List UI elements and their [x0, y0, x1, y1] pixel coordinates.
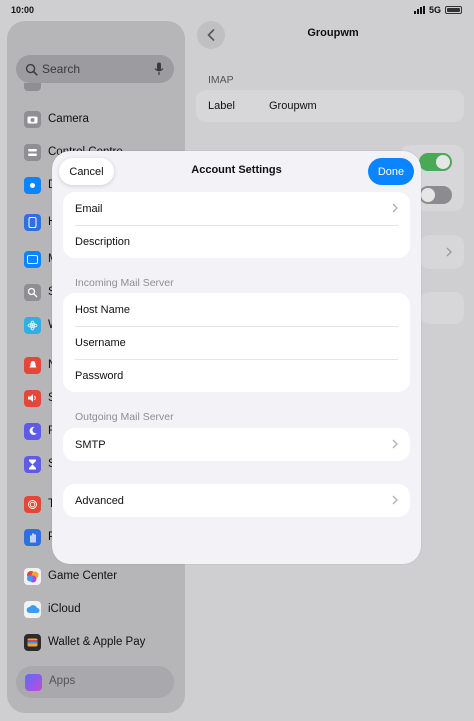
- label-row[interactable]: Label Groupwm: [196, 90, 464, 122]
- label-key: Label: [208, 100, 235, 112]
- sidebar-item-label: Wallet & Apple Pay: [48, 636, 146, 648]
- incoming-group: Host Name Username Password: [63, 293, 410, 392]
- magnifier-icon: [24, 283, 41, 301]
- search-placeholder: Search: [42, 62, 81, 76]
- sidebar-item-label: Apps: [49, 675, 76, 687]
- sidebar-item-apps[interactable]: Apps: [16, 666, 174, 698]
- username-field[interactable]: Username: [63, 326, 410, 359]
- outgoing-section-header: Outgoing Mail Server: [75, 411, 174, 423]
- advanced-group: Advanced: [63, 484, 410, 517]
- chevron-right-icon: [392, 495, 398, 505]
- done-button[interactable]: Done: [368, 158, 414, 185]
- sidebar-item-wallet[interactable]: Wallet & Apple Pay: [24, 630, 145, 654]
- microphone-icon[interactable]: [154, 62, 164, 76]
- sidebar-item-game-center[interactable]: Game Center: [24, 564, 117, 588]
- password-field[interactable]: Password: [63, 359, 410, 392]
- notifications-icon: [24, 356, 41, 374]
- label-value: Groupwm: [269, 100, 317, 112]
- chevron-left-icon: [207, 29, 215, 41]
- sidebar-item-sounds[interactable]: S: [24, 386, 56, 410]
- row-label: SMTP: [75, 438, 106, 451]
- section-header-imap: IMAP: [208, 74, 234, 86]
- sidebar-item-privacy[interactable]: P: [24, 525, 56, 549]
- background-row[interactable]: [420, 235, 464, 269]
- account-group: Email Description: [63, 192, 410, 258]
- network-label: 5G: [428, 5, 441, 15]
- search-field[interactable]: Search: [16, 55, 174, 83]
- status-bar: 10:00 5G: [0, 0, 474, 20]
- screen-time-icon: [24, 455, 41, 473]
- background-row[interactable]: [420, 292, 464, 324]
- camera-icon: [24, 110, 41, 128]
- back-button[interactable]: [197, 21, 225, 49]
- sheet-header: Cancel Account Settings Done: [52, 151, 421, 193]
- icloud-icon: [24, 600, 41, 618]
- sidebar-item-camera[interactable]: Camera: [24, 107, 89, 131]
- battery-icon: [445, 6, 462, 14]
- row-label: Advanced: [75, 494, 124, 507]
- sounds-icon: [24, 389, 41, 407]
- cancel-button[interactable]: Cancel: [59, 158, 114, 185]
- sidebar-item-label: Camera: [48, 113, 89, 125]
- home-screen-icon: [24, 213, 41, 231]
- row-label: Host Name: [75, 303, 131, 316]
- sidebar-item-label: Game Center: [48, 570, 118, 582]
- description-field[interactable]: Description: [63, 225, 410, 258]
- page-title: Groupwm: [307, 27, 359, 39]
- sidebar-item-siri-search[interactable]: S: [24, 280, 56, 304]
- status-time: 10:00: [11, 5, 35, 15]
- partial-item-icon: [24, 83, 41, 91]
- host-name-field[interactable]: Host Name: [63, 293, 410, 326]
- privacy-icon: [24, 528, 41, 546]
- toggle-switch-on[interactable]: [419, 153, 452, 171]
- chevron-right-icon: [446, 247, 452, 257]
- toggle-switch-off[interactable]: [419, 186, 452, 204]
- apps-icon: [25, 674, 42, 691]
- sidebar-item-focus[interactable]: F: [24, 419, 55, 443]
- game-center-icon: [24, 567, 41, 585]
- wallet-icon: [24, 633, 41, 651]
- row-label: Email: [75, 202, 103, 215]
- sheet-title: Account Settings: [191, 164, 282, 176]
- row-label: Password: [75, 369, 124, 382]
- chevron-right-icon: [392, 439, 398, 449]
- multitasking-icon: [24, 250, 41, 268]
- sidebar-item-label: iCloud: [48, 603, 81, 615]
- incoming-section-header: Incoming Mail Server: [75, 277, 174, 289]
- advanced-row[interactable]: Advanced: [63, 484, 410, 517]
- status-indicators: 5G: [413, 5, 462, 15]
- sidebar-item-touch-id[interactable]: T: [24, 492, 55, 516]
- focus-icon: [24, 422, 41, 440]
- sidebar-item-screen-time[interactable]: S: [24, 452, 56, 476]
- chevron-right-icon: [392, 203, 398, 213]
- outgoing-group: SMTP: [63, 428, 410, 461]
- account-settings-sheet: Cancel Account Settings Done Email Descr…: [52, 151, 421, 564]
- display-icon: [24, 176, 41, 194]
- sidebar-item-icloud[interactable]: iCloud: [24, 597, 81, 621]
- email-row[interactable]: Email: [63, 192, 410, 225]
- search-icon: [25, 63, 38, 76]
- wallpaper-icon: [24, 316, 41, 334]
- smtp-row[interactable]: SMTP: [63, 428, 410, 461]
- control-centre-icon: [24, 143, 41, 161]
- signal-icon: [413, 6, 425, 14]
- row-label: Username: [75, 336, 126, 349]
- touch-id-icon: [24, 495, 41, 513]
- row-label: Description: [75, 235, 131, 248]
